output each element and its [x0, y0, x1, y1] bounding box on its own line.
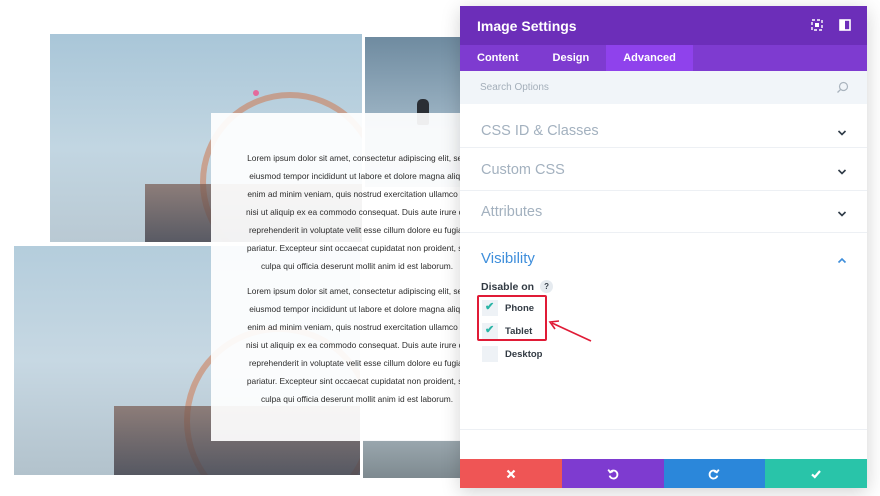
chevron-up-icon[interactable] — [837, 253, 847, 264]
modal-header[interactable]: Image Settings — [460, 6, 867, 45]
annotation-highlight-box — [477, 295, 547, 341]
section-title-visibility[interactable]: Visibility — [481, 250, 535, 267]
chevron-down-icon — [837, 206, 847, 217]
save-button[interactable] — [765, 459, 867, 488]
save-check-icon — [811, 469, 821, 479]
help-icon[interactable]: ? — [540, 280, 554, 293]
section-attributes[interactable]: Attributes — [460, 191, 867, 233]
disable-on-label: Disable on ? — [481, 280, 554, 293]
text-line: nisi ut aliquip ex ea commodo consequat.… — [245, 340, 465, 350]
text-line: culpa qui officia deserunt mollit anim i… — [260, 394, 454, 404]
chevron-down-icon — [837, 164, 847, 175]
text-line: pariatur. Excepteur sint occaecat cupida… — [246, 376, 465, 386]
section-custom-css[interactable]: Custom CSS — [460, 148, 867, 191]
text-line: enim ad minim veniam, quis nostrud exerc… — [247, 322, 465, 332]
section-css-id-classes[interactable]: CSS ID & Classes — [460, 104, 867, 148]
flag-marker — [253, 90, 259, 96]
modal-title: Image Settings — [477, 17, 577, 34]
text-line: nisi ut aliquip ex ea commodo consequat.… — [245, 207, 465, 217]
text-line: Lorem ipsum dolor sit amet, consectetur … — [247, 286, 465, 296]
disable-on-text: Disable on — [481, 280, 535, 293]
text-line: Lorem ipsum dolor sit amet, consectetur … — [247, 153, 465, 163]
beach-photo-bottom-right — [363, 440, 463, 478]
section-title: Attributes — [481, 204, 543, 220]
sidebar-toggle-icon[interactable] — [837, 17, 853, 33]
chevron-down-icon — [837, 125, 847, 136]
text-line: eiusmod tempor incididunt ut labore et d… — [249, 304, 465, 314]
expand-icon[interactable] — [809, 17, 825, 33]
redo-button[interactable] — [663, 459, 766, 488]
redo-icon — [709, 468, 720, 479]
undo-icon — [607, 468, 618, 479]
checkbox-label: Desktop — [505, 348, 543, 360]
text-line: pariatur. Excepteur sint occaecat cupida… — [246, 243, 465, 253]
image-settings-modal: Image Settings Content Design Advanced S… — [460, 6, 867, 488]
text-module-card: Lorem ipsum dolor sit amet, consectetur … — [211, 113, 465, 441]
tab-advanced[interactable]: Advanced — [606, 45, 693, 71]
tab-content[interactable]: Content — [460, 45, 536, 71]
tab-bar: Content Design Advanced — [460, 45, 867, 71]
text-line: reprehenderit in voluptate velit esse ci… — [248, 358, 465, 368]
cancel-button[interactable] — [460, 459, 562, 488]
section-title: Custom CSS — [481, 162, 565, 178]
cancel-icon — [506, 469, 516, 478]
modal-footer — [460, 459, 867, 488]
undo-button[interactable] — [561, 459, 664, 488]
text-line: eiusmod tempor incididunt ut labore et d… — [249, 171, 465, 181]
lorem-paragraph-1: Lorem ipsum dolor sit amet, consectetur … — [237, 149, 465, 275]
annotation-arrow-icon — [548, 320, 592, 342]
section-title: CSS ID & Classes — [481, 123, 599, 139]
section-visibility: Visibility Disable on ? ✔ Phone ✔ Tablet… — [460, 233, 867, 430]
text-line: reprehenderit in voluptate velit esse ci… — [248, 225, 465, 235]
text-line: enim ad minim veniam, quis nostrud exerc… — [247, 189, 465, 199]
text-line: culpa qui officia deserunt mollit anim i… — [260, 261, 454, 271]
search-bar — [460, 71, 867, 104]
disable-desktop-checkbox[interactable]: Desktop — [482, 346, 542, 362]
lorem-paragraph-2: Lorem ipsum dolor sit amet, consectetur … — [237, 282, 465, 408]
search-options-input[interactable] — [480, 82, 810, 93]
checkbox-box[interactable] — [482, 346, 498, 362]
search-icon[interactable] — [836, 81, 849, 94]
tab-design[interactable]: Design — [536, 45, 607, 71]
